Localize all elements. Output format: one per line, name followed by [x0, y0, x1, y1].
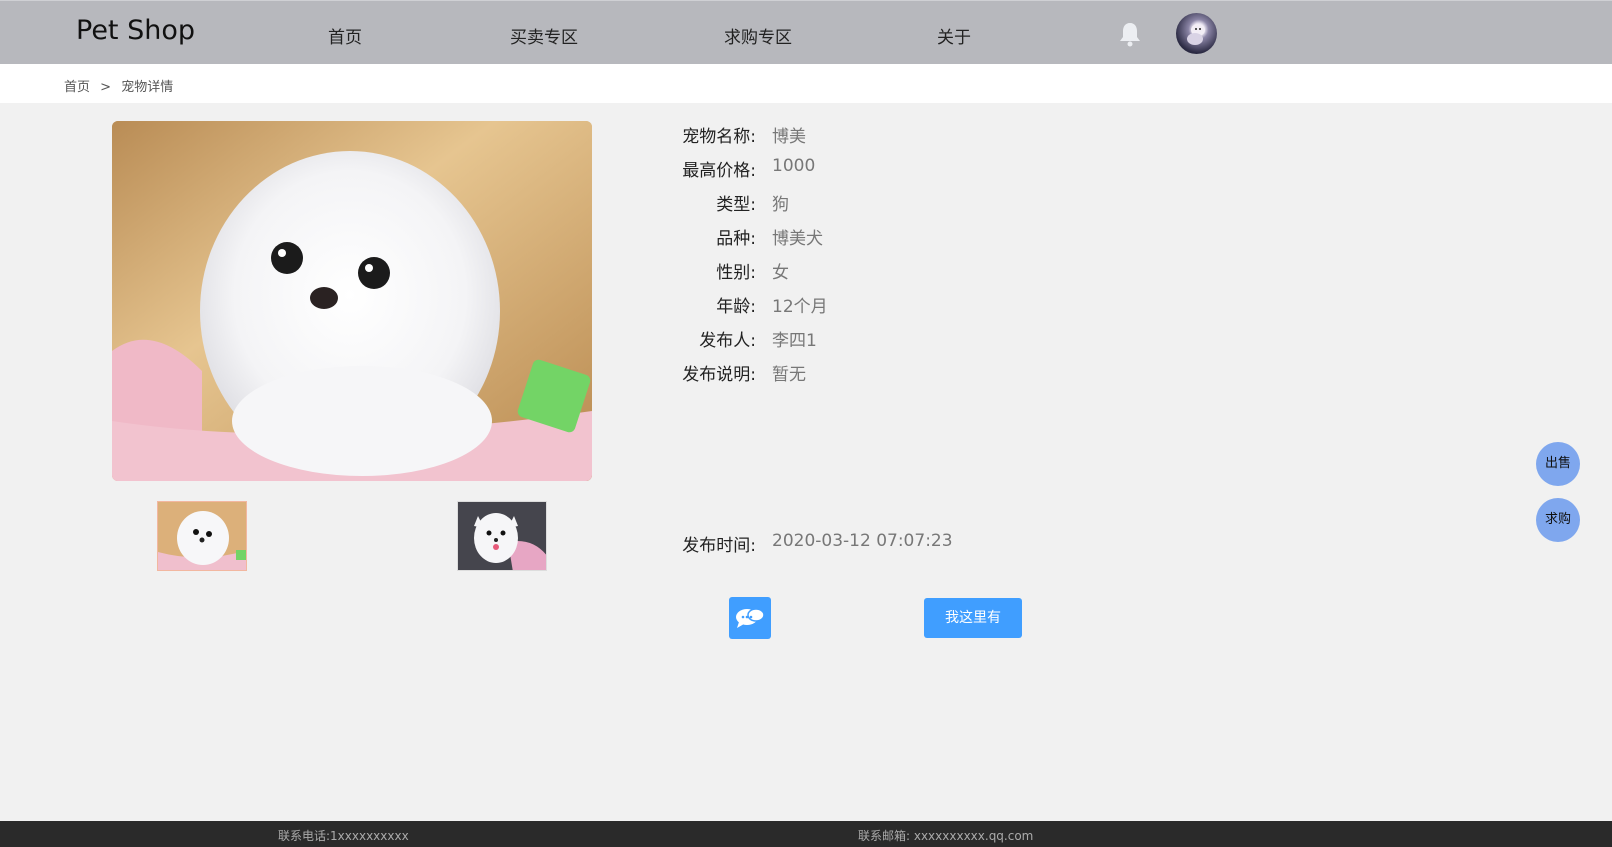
brand-logo[interactable]: Pet Shop — [76, 15, 195, 46]
label-publisher: 发布人: — [699, 331, 756, 351]
float-sell-button[interactable]: 出售 — [1536, 442, 1580, 486]
label-pet-name: 宠物名称: — [682, 127, 756, 147]
info-row-description: 发布说明: 暂无 — [668, 360, 1168, 385]
value-publish-time: 2020-03-12 07:07:23 — [772, 531, 953, 551]
info-row-age: 年龄: 12个月 — [668, 292, 1168, 317]
top-navbar: Pet Shop 首页 买卖专区 求购专区 关于 — [0, 0, 1612, 64]
chat-bubble-icon — [736, 608, 765, 628]
label-description: 发布说明: — [682, 365, 756, 385]
pet-thumbnail-2[interactable] — [457, 501, 547, 571]
label-gender: 性别: — [716, 263, 756, 283]
info-row-publisher: 发布人: 李四1 — [668, 326, 1168, 351]
nav-trade-zone[interactable]: 买卖专区 — [510, 23, 578, 48]
value-breed: 博美犬 — [772, 229, 823, 249]
chat-button[interactable] — [729, 597, 771, 639]
footer: 联系电话:1xxxxxxxxxx 联系邮箱: xxxxxxxxxx.qq.com — [0, 821, 1612, 847]
bell-icon[interactable] — [1118, 21, 1142, 47]
breadcrumb-bar: 首页 > 宠物详情 — [0, 64, 1612, 103]
info-row-gender: 性别: 女 — [668, 258, 1168, 283]
label-publish-time: 发布时间: — [682, 536, 756, 556]
breadcrumb-separator: > — [100, 80, 112, 95]
value-max-price: 1000 — [772, 156, 816, 176]
info-row-price: 最高价格: 1000 — [668, 156, 1168, 181]
float-buy-button[interactable]: 求购 — [1536, 498, 1580, 542]
pet-main-photo — [112, 121, 592, 481]
footer-phone: 联系电话:1xxxxxxxxxx — [278, 829, 409, 843]
avatar[interactable] — [1176, 13, 1217, 54]
value-pet-name: 博美 — [772, 127, 806, 147]
label-breed: 品种: — [716, 229, 756, 249]
info-row-publish-time: 发布时间: 2020-03-12 07:07:23 — [668, 531, 1168, 556]
value-gender: 女 — [772, 263, 789, 283]
value-age: 12个月 — [772, 297, 828, 317]
nav-about[interactable]: 关于 — [937, 23, 971, 48]
info-row-type: 类型: 狗 — [668, 190, 1168, 215]
breadcrumb: 首页 > 宠物详情 — [64, 76, 179, 95]
info-row-name: 宠物名称: 博美 — [668, 122, 1168, 147]
info-row-breed: 品种: 博美犬 — [668, 224, 1168, 249]
footer-email: 联系邮箱: xxxxxxxxxx.qq.com — [858, 829, 1034, 843]
nav-home[interactable]: 首页 — [328, 23, 362, 48]
label-age: 年龄: — [716, 297, 756, 317]
i-have-it-button[interactable]: 我这里有 — [924, 598, 1022, 638]
value-type: 狗 — [772, 195, 789, 215]
label-type: 类型: — [716, 195, 756, 215]
value-description: 暂无 — [772, 365, 806, 385]
value-publisher: 李四1 — [772, 331, 817, 351]
label-max-price: 最高价格: — [682, 161, 756, 181]
pet-thumbnail-1[interactable] — [157, 501, 247, 571]
breadcrumb-current: 宠物详情 — [121, 80, 174, 95]
breadcrumb-home[interactable]: 首页 — [64, 80, 90, 95]
nav-wanted-zone[interactable]: 求购专区 — [724, 23, 792, 48]
